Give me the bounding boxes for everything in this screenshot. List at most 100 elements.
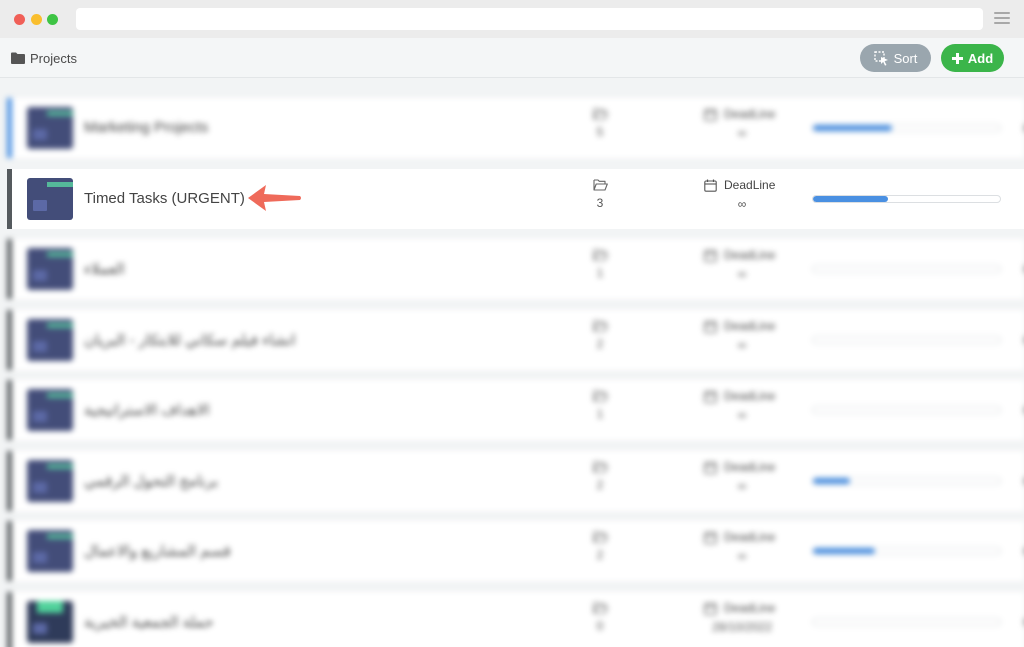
calendar-icon: [704, 179, 717, 192]
project-list: Marketing Projects 5 DeadLine ∞ Timed Tasks …: [0, 78, 1024, 647]
subproject-count-value: 1: [596, 407, 604, 421]
subproject-count: 0: [582, 602, 618, 633]
project-thumbnail: [27, 248, 73, 290]
folder-open-icon: [592, 249, 608, 261]
menu-icon[interactable]: [994, 12, 1010, 26]
progress-bar: [812, 265, 1001, 273]
add-button-label: Add: [967, 50, 994, 66]
deadline-label: DeadLine: [724, 601, 776, 615]
subproject-count: 1: [582, 390, 618, 421]
subproject-count-value: 2: [596, 548, 604, 562]
progress-bar: [812, 618, 1001, 626]
calendar-icon: [704, 531, 717, 544]
project-row[interactable]: Timed Tasks (URGENT) 3 DeadLine ∞: [7, 169, 1024, 229]
folder-open-icon: [592, 531, 608, 543]
progress-bar: [812, 124, 1001, 132]
subproject-count-value: 3: [596, 196, 604, 210]
project-thumbnail: [27, 389, 73, 431]
deadline: DeadLine ∞: [704, 530, 784, 563]
deadline-label: DeadLine: [724, 460, 776, 474]
deadline-value: 28/10/2022: [711, 620, 773, 634]
annotation-arrow-icon: [248, 185, 301, 211]
project-name[interactable]: Marketing Projects: [84, 119, 208, 136]
subproject-count-value: 5: [596, 125, 604, 139]
breadcrumb-label: Projects: [30, 50, 77, 66]
deadline-label: DeadLine: [724, 178, 776, 192]
calendar-icon: [704, 320, 717, 333]
project-row[interactable]: انشاء فيلم سكاني للابتكار - البريان 2 Dead…: [7, 310, 1024, 370]
deadline: DeadLine ∞: [704, 178, 784, 211]
breadcrumb[interactable]: Projects: [11, 50, 77, 66]
deadline-label: DeadLine: [724, 248, 776, 262]
subproject-count: 2: [582, 320, 618, 351]
deadline-value: ∞: [737, 338, 747, 352]
project-name[interactable]: برنامج التحول الرقمي: [84, 472, 218, 490]
project-row[interactable]: قسم المشاريع والاعمال 2 DeadLine ∞: [7, 521, 1024, 581]
project-thumbnail: [27, 319, 73, 361]
project-row[interactable]: العملاء 1 DeadLine ∞: [7, 239, 1024, 299]
project-row[interactable]: حملة الجمعية الخيرية 0 DeadLine 28/10/2022: [7, 592, 1024, 647]
project-name[interactable]: الاهداف الاستراتيجية: [84, 401, 210, 419]
folder-open-icon: [592, 461, 608, 473]
calendar-icon: [704, 390, 717, 403]
project-row[interactable]: Marketing Projects 5 DeadLine ∞: [7, 98, 1024, 158]
sort-button[interactable]: Sort: [860, 44, 931, 72]
deadline-value: ∞: [737, 197, 747, 211]
window-maximize-button[interactable]: [47, 14, 58, 25]
subproject-count-value: 0: [596, 619, 604, 633]
project-name[interactable]: حملة الجمعية الخيرية: [84, 613, 214, 631]
folder-icon: [11, 52, 25, 64]
subproject-count: 5: [582, 108, 618, 139]
progress-fill: [813, 478, 851, 484]
deadline-value: ∞: [737, 549, 747, 563]
deadline-label: DeadLine: [724, 530, 776, 544]
deadline: DeadLine 28/10/2022: [704, 601, 784, 634]
deadline-value: ∞: [737, 408, 747, 422]
page-toolbar: Projects Sort Add: [0, 38, 1024, 78]
subproject-count-value: 2: [596, 478, 604, 492]
sort-icon: [873, 50, 888, 66]
progress-fill: [813, 125, 892, 131]
deadline-value: ∞: [737, 479, 747, 493]
subproject-count: 1: [582, 249, 618, 280]
plus-icon: [951, 52, 963, 64]
sort-button-label: Sort: [893, 50, 918, 66]
project-row[interactable]: برنامج التحول الرقمي 2 DeadLine ∞: [7, 451, 1024, 511]
window-minimize-button[interactable]: [31, 14, 42, 25]
folder-open-icon: [592, 390, 608, 402]
calendar-icon: [704, 461, 717, 474]
subproject-count: 2: [582, 531, 618, 562]
progress-bar: [812, 406, 1001, 414]
calendar-icon: [704, 249, 717, 262]
progress-fill: [813, 196, 888, 202]
deadline-value: ∞: [737, 126, 747, 140]
subproject-count-value: 1: [596, 266, 604, 280]
calendar-icon: [704, 108, 717, 121]
folder-open-icon: [592, 320, 608, 332]
deadline-label: DeadLine: [724, 319, 776, 333]
deadline: DeadLine ∞: [704, 319, 784, 352]
project-name[interactable]: انشاء فيلم سكاني للابتكار - البريان: [84, 331, 296, 349]
deadline: DeadLine ∞: [704, 248, 784, 281]
deadline: DeadLine ∞: [704, 107, 784, 140]
project-thumbnail: [27, 530, 73, 572]
address-bar[interactable]: [76, 8, 983, 30]
browser-chrome: [0, 0, 1024, 38]
project-name[interactable]: قسم المشاريع والاعمال: [84, 542, 231, 560]
project-thumbnail: [27, 460, 73, 502]
deadline-label: DeadLine: [724, 389, 776, 403]
project-name[interactable]: Timed Tasks (URGENT): [84, 190, 245, 207]
subproject-count: 3: [582, 179, 618, 210]
subproject-count-value: 2: [596, 337, 604, 351]
project-thumbnail: [27, 601, 73, 643]
project-thumbnail: [27, 178, 73, 220]
progress-bar: [812, 195, 1001, 203]
deadline-value: ∞: [737, 267, 747, 281]
window-close-button[interactable]: [14, 14, 25, 25]
project-row[interactable]: الاهداف الاستراتيجية 1 DeadLine ∞: [7, 380, 1024, 440]
subproject-count: 2: [582, 461, 618, 492]
folder-open-icon: [592, 602, 608, 614]
project-name[interactable]: العملاء: [84, 260, 125, 278]
progress-bar: [812, 477, 1001, 485]
add-button[interactable]: Add: [941, 44, 1004, 72]
